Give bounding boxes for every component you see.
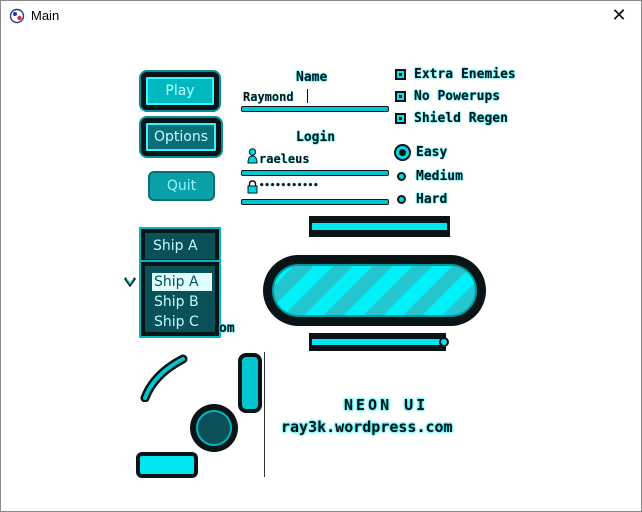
radio-hard[interactable] [397,195,406,204]
checkbox-extra-enemies[interactable] [395,69,406,80]
lock-icon [247,180,258,194]
radio-label-hard: Hard [416,192,448,207]
window-title: Main [31,8,60,23]
options-button[interactable]: Options [141,118,221,156]
vertical-scroll-handle[interactable] [238,353,262,413]
ship-select[interactable]: Ship A [141,229,219,263]
split-divider[interactable] [264,352,265,477]
slider-knob[interactable] [439,337,449,347]
checkbox-label-no-powerups: No Powerups [414,89,501,104]
ship-dropdown-list: Ship A Ship B Ship C [141,262,219,336]
slider-track[interactable] [309,333,446,351]
quit-button[interactable]: Quit [148,171,215,201]
checkbox-label-extra-enemies: Extra Enemies [414,67,516,82]
radio-medium[interactable] [397,172,406,181]
app-icon [9,8,25,24]
touchpad-knob[interactable] [190,404,238,452]
progress-bar [263,255,486,326]
ship-option-b[interactable]: Ship B [152,293,212,311]
login-label: Login [296,130,336,145]
ship-option-c[interactable]: Ship C [152,313,212,331]
username-underline [241,170,389,176]
neon-bar [309,216,450,237]
overflow-text: om [219,321,235,336]
checkbox-no-powerups[interactable] [395,91,406,102]
radio-label-easy: Easy [416,145,448,160]
slider-fill [312,339,440,345]
password-underline [241,199,389,205]
name-input[interactable]: Raymond [243,90,294,104]
close-icon[interactable]: ✕ [607,4,631,28]
brand-url: ray3k.wordpress.com [281,418,453,436]
text-cursor [307,89,308,103]
radio-label-medium: Medium [416,169,463,184]
horizontal-scroll-handle[interactable] [136,452,198,478]
name-input-underline [241,106,389,112]
ship-option-a[interactable]: Ship A [152,273,212,291]
arc-scroll-shape[interactable] [140,354,188,402]
radio-easy[interactable] [394,144,411,161]
chevron-down-icon [124,277,136,287]
title-bar[interactable]: Main ✕ [1,1,641,32]
progress-fill [272,264,477,317]
username-input[interactable]: raeleus [259,152,310,166]
checkbox-shield-regen[interactable] [395,113,406,124]
checkbox-label-shield-regen: Shield Regen [414,111,508,126]
user-icon [247,148,258,164]
play-button[interactable]: Play [141,72,219,110]
name-label: Name [296,70,328,85]
password-input[interactable]: ••••••••••• [259,181,319,191]
brand-title: NEON UI [344,396,429,414]
